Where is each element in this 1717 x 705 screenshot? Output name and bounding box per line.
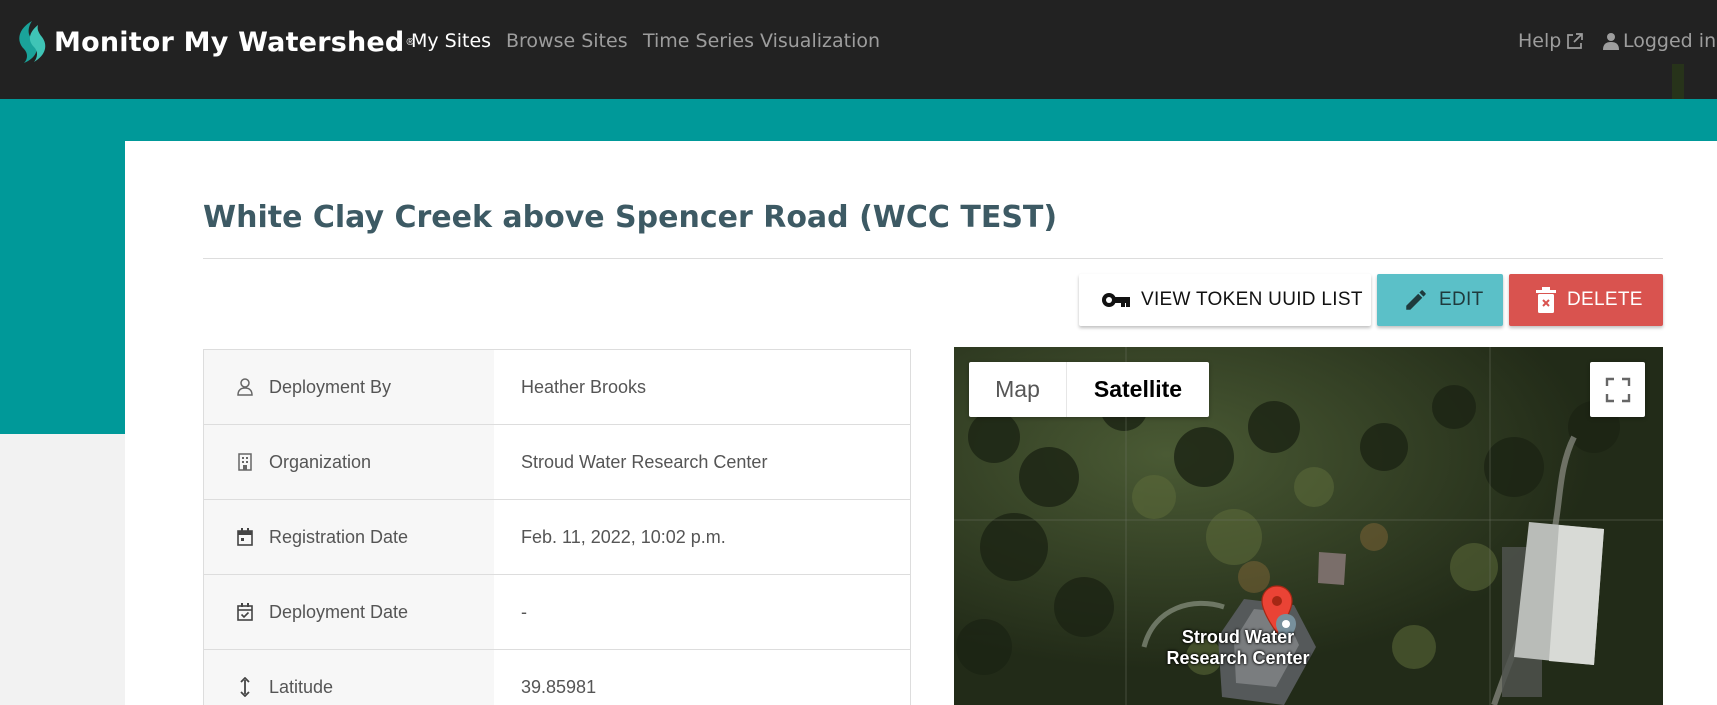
row-value: 39.85981 [521,676,597,697]
calendar-icon [237,528,253,546]
help-label: Help [1518,30,1562,52]
watershed-logo-icon [19,21,46,63]
table-row: Registration Date Feb. 11, 2022, 10:02 p… [204,500,910,575]
nav-time-series[interactable]: Time Series Visualization [643,30,880,52]
marker-label-line1: Stroud Water [1181,627,1295,647]
calendar-check-icon [237,603,253,621]
site-details-table: Deployment By Heather Brooks Organizatio… [203,349,911,705]
map-type-satellite-button[interactable]: Satellite [1067,362,1209,417]
delete-button[interactable]: DELETE [1509,274,1663,326]
row-label: Deployment By [269,376,392,397]
external-link-icon [1567,33,1584,49]
marker-label-line2: Research Center [1166,648,1310,668]
delete-label: DELETE [1567,289,1643,310]
vertical-arrows-icon [240,677,250,697]
title-divider [203,258,1663,259]
table-row: Deployment By Heather Brooks [204,350,910,425]
table-row: Organization Stroud Water Research Cente… [204,425,910,500]
pencil-icon [1406,290,1426,310]
view-token-uuid-button[interactable]: VIEW TOKEN UUID LIST [1079,274,1371,326]
row-label: Latitude [269,676,334,697]
user-icon [1603,33,1619,50]
edit-button[interactable]: EDIT [1377,274,1503,326]
view-token-label: VIEW TOKEN UUID LIST [1141,289,1363,310]
brand[interactable]: Monitor My Watershed ® [14,18,414,66]
trash-icon [1536,287,1556,313]
row-label: Registration Date [269,526,409,547]
marker-label: Stroud Water Research Center [1138,627,1338,669]
map-type-control: Map Satellite [969,362,1209,417]
site-map[interactable]: Map Satellite Stroud Water Research Cent… [954,347,1663,705]
fullscreen-icon [1605,377,1630,402]
row-value: Stroud Water Research Center [521,451,768,472]
row-value: Feb. 11, 2022, 10:02 p.m. [521,526,726,547]
row-label-cell: Registration Date [204,500,494,574]
help-link[interactable]: Help [1518,30,1584,52]
table-row: Deployment Date - [204,575,910,650]
dropdown-indicator [1672,64,1684,100]
row-label-cell: Latitude [204,650,494,705]
row-label-cell: Organization [204,425,494,499]
brand-name: Monitor My Watershed [54,26,405,58]
user-label: Logged in [1623,30,1717,52]
user-icon [237,378,253,396]
map-type-map-button[interactable]: Map [969,362,1067,417]
top-navbar: Monitor My Watershed ® My Sites Browse S… [0,0,1717,100]
table-row: Latitude 39.85981 [204,650,910,705]
nav-browse-sites[interactable]: Browse Sites [506,30,628,52]
edit-label: EDIT [1439,289,1484,310]
row-label-cell: Deployment By [204,350,494,424]
user-menu[interactable]: Logged in [1603,30,1716,52]
page-title: White Clay Creek above Spencer Road (WCC… [203,200,1058,235]
building-icon [238,453,252,471]
row-label: Deployment Date [269,601,409,622]
row-value: Heather Brooks [521,376,647,397]
row-label: Organization [269,451,372,472]
row-label-cell: Deployment Date [204,575,494,649]
fullscreen-button[interactable] [1590,362,1645,417]
row-value: - [521,601,527,622]
key-icon [1102,293,1130,307]
nav-my-sites[interactable]: My Sites [411,30,491,52]
